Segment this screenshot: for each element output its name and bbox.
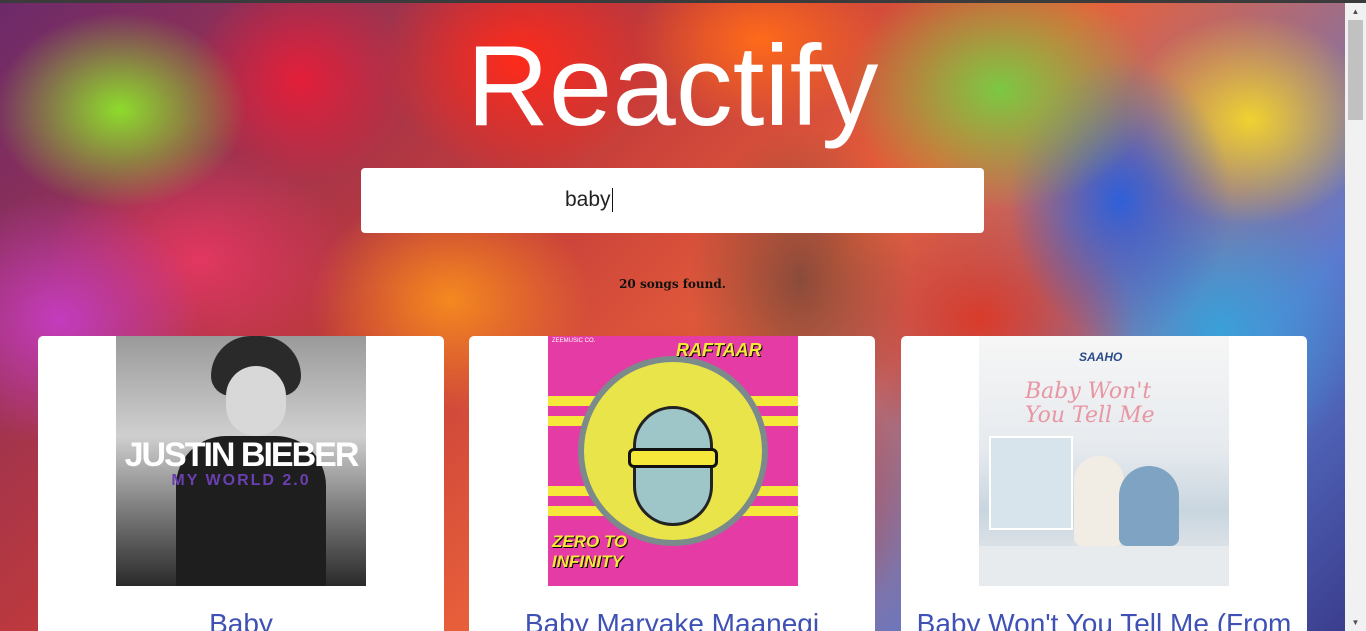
song-card[interactable]: SAAHO Baby Won't You Tell Me Baby Won't … — [901, 336, 1307, 631]
window-top-border — [0, 0, 1366, 3]
page-background: Reactify baby 20 songs found. JUSTIN BIE… — [0, 0, 1366, 631]
scroll-down-icon[interactable]: ▼ — [1345, 614, 1366, 631]
album-art-figure-woman — [1119, 466, 1179, 546]
album-art-figure-man — [1074, 456, 1124, 546]
text-caret — [611, 188, 613, 212]
album-art-album: MY WORLD 2.0 — [171, 472, 311, 489]
album-art[interactable]: SAAHO Baby Won't You Tell Me — [979, 336, 1229, 586]
album-art[interactable]: JUSTIN BIEBER MY WORLD 2.0 — [116, 336, 366, 586]
search-input[interactable]: baby — [361, 168, 984, 233]
album-art-album: ZERO TO INFINITY — [552, 532, 628, 571]
song-title[interactable]: Baby Won't You Tell Me (From — [901, 604, 1307, 631]
album-art-window — [989, 436, 1073, 530]
scrollbar-thumb[interactable] — [1348, 20, 1363, 120]
song-card[interactable]: ZEEMUSIC CO. RAFTAAR ZERO TO INFINITY Ba… — [469, 336, 875, 631]
album-art-artist: JUSTIN BIEBER — [124, 436, 360, 474]
album-art-logo: SAAHO — [1079, 350, 1123, 364]
album-art[interactable]: ZEEMUSIC CO. RAFTAAR ZERO TO INFINITY — [548, 336, 798, 586]
app-title: Reactify — [466, 23, 879, 150]
scroll-up-icon[interactable]: ▲ — [1345, 3, 1366, 20]
song-title[interactable]: Baby Maryake Maanegi — [469, 604, 875, 631]
album-art-artist: RAFTAAR — [676, 340, 762, 360]
album-art-script-title: Baby Won't You Tell Me — [1025, 379, 1155, 428]
album-art-label: ZEEMUSIC CO. — [552, 338, 596, 344]
song-title[interactable]: Baby — [38, 604, 444, 631]
search-input-value: baby — [565, 188, 613, 212]
vertical-scrollbar[interactable]: ▲ ▼ — [1345, 3, 1366, 631]
song-card[interactable]: JUSTIN BIEBER MY WORLD 2.0 Baby — [38, 336, 444, 631]
results-count: 20 songs found. — [619, 277, 726, 291]
album-art-floor — [979, 546, 1229, 586]
album-art-glasses — [628, 448, 718, 468]
album-art-figure-face — [226, 366, 286, 436]
